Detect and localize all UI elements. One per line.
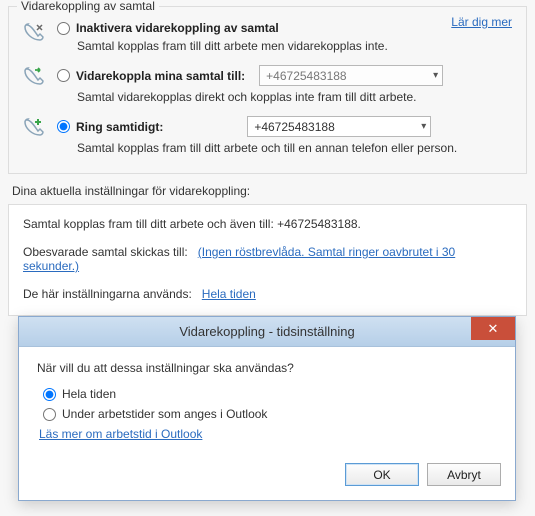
forward-desc-disable: Samtal kopplas fram till ditt arbete men…: [77, 39, 514, 53]
dialog-question: När vill du att dessa inställningar ska …: [37, 361, 497, 375]
applies-link[interactable]: Hela tiden: [202, 287, 256, 301]
current-settings-header: Dina aktuella inställningar för vidareko…: [12, 184, 523, 198]
close-icon: ✕: [488, 321, 499, 337]
forward-desc-forward: Samtal vidarekopplas direkt och kopplas …: [77, 90, 514, 104]
ok-button[interactable]: OK: [345, 463, 419, 486]
simring-target-dropdown[interactable]: +46725483188 ▾: [247, 116, 431, 137]
forward-label-disable[interactable]: Inaktivera vidarekoppling av samtal: [76, 21, 279, 35]
unanswered-label: Obesvarade samtal skickas till:: [23, 245, 188, 259]
time-settings-dialog: Vidarekoppling - tidsinställning ✕ När v…: [18, 316, 516, 501]
forward-label-forward[interactable]: Vidarekoppla mina samtal till:: [76, 69, 245, 83]
forward-target-value: +46725483188: [266, 69, 346, 83]
forward-desc-simring: Samtal kopplas fram till ditt arbete och…: [77, 141, 514, 155]
phone-forward-icon: [21, 65, 47, 91]
when-radio-workhours[interactable]: [43, 408, 56, 421]
chevron-down-icon: ▾: [433, 70, 438, 81]
cancel-button[interactable]: Avbryt: [427, 463, 501, 486]
current-line1: Samtal kopplas fram till ditt arbete och…: [23, 217, 512, 231]
forward-label-simring[interactable]: Ring samtidigt:: [76, 120, 163, 134]
forwarding-group: Vidarekoppling av samtal Lär dig mer Ina…: [8, 6, 527, 174]
forward-option-disable: Inaktivera vidarekoppling av samtal Samt…: [21, 21, 514, 59]
phone-simring-icon: [21, 116, 47, 142]
outlook-hours-link[interactable]: Läs mer om arbetstid i Outlook: [39, 427, 202, 441]
applies-label: De här inställningarna används:: [23, 287, 192, 301]
phone-disable-icon: [21, 21, 47, 47]
close-button[interactable]: ✕: [471, 317, 515, 340]
dialog-title: Vidarekoppling - tidsinställning: [179, 324, 354, 339]
forward-option-simring: Ring samtidigt: +46725483188 ▾ Samtal ko…: [21, 116, 514, 161]
current-settings-box: Samtal kopplas fram till ditt arbete och…: [8, 204, 527, 316]
forward-option-forward: Vidarekoppla mina samtal till: +46725483…: [21, 65, 514, 110]
simring-target-value: +46725483188: [254, 120, 334, 134]
forwarding-legend: Vidarekoppling av samtal: [17, 0, 159, 13]
forward-radio-disable[interactable]: [57, 22, 70, 35]
forward-radio-forward[interactable]: [57, 69, 70, 82]
chevron-down-icon: ▾: [421, 121, 426, 132]
when-label-workhours[interactable]: Under arbetstider som anges i Outlook: [62, 407, 267, 421]
when-label-always[interactable]: Hela tiden: [62, 387, 116, 401]
dialog-titlebar: Vidarekoppling - tidsinställning ✕: [19, 317, 515, 347]
forward-radio-simring[interactable]: [57, 120, 70, 133]
when-radio-always[interactable]: [43, 388, 56, 401]
learn-more-link[interactable]: Lär dig mer: [451, 15, 512, 29]
forward-target-dropdown[interactable]: +46725483188 ▾: [259, 65, 443, 86]
